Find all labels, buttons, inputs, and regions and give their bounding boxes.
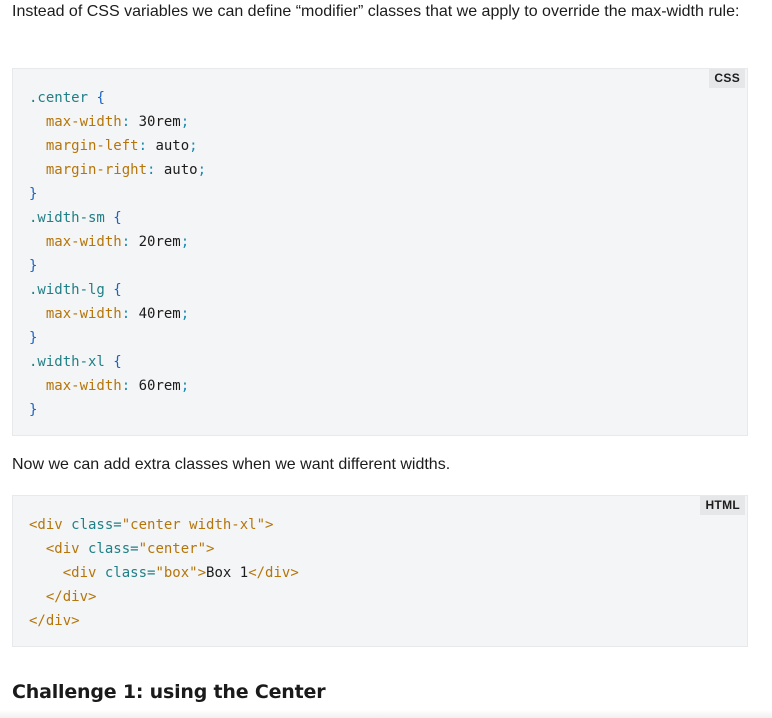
code-token: : xyxy=(121,114,131,130)
code-token: .center xyxy=(29,90,89,106)
code-line: } xyxy=(29,254,206,278)
code-token: = xyxy=(113,517,122,533)
html-code: <div class="center width-xl"> <div class… xyxy=(29,513,299,633)
code-token: ; xyxy=(189,138,198,154)
code-line: .width-lg { xyxy=(29,278,206,302)
code-token: ; xyxy=(197,162,207,178)
code-token: = xyxy=(130,541,139,557)
html-code-block: HTML <div class="center width-xl"> <div … xyxy=(12,495,748,647)
code-token: : xyxy=(138,138,148,154)
code-language-badge: CSS xyxy=(709,69,745,88)
code-token: { xyxy=(113,354,122,370)
code-line: } xyxy=(29,326,206,350)
css-code: .center { max-width: 30rem; margin-left:… xyxy=(29,86,206,422)
code-token: <div xyxy=(29,565,97,581)
code-token: .width-lg xyxy=(29,282,105,298)
code-token: class xyxy=(96,565,148,581)
code-token: 60rem xyxy=(130,378,181,394)
code-token: margin-left xyxy=(29,138,139,154)
code-token: } xyxy=(29,402,38,418)
code-token: } xyxy=(29,186,38,202)
code-line: max-width: 30rem; xyxy=(29,110,206,134)
code-token: "center width-xl" xyxy=(121,517,266,533)
code-token: </div> xyxy=(29,589,97,605)
code-token: > xyxy=(206,541,215,557)
code-token: "center" xyxy=(138,541,207,557)
code-token: : xyxy=(121,306,131,322)
code-token: max-width xyxy=(29,378,122,394)
code-line: } xyxy=(29,182,206,206)
code-token: ; xyxy=(180,114,190,130)
code-line: margin-right: auto; xyxy=(29,158,206,182)
code-token: { xyxy=(113,282,122,298)
code-token: </div> xyxy=(29,613,80,629)
code-line: .width-xl { xyxy=(29,350,206,374)
code-token: margin-right xyxy=(29,162,148,178)
code-line: <div class="center"> xyxy=(29,537,299,561)
middle-paragraph: Now we can add extra classes when we wan… xyxy=(12,456,451,473)
code-token: .width-sm xyxy=(29,210,105,226)
code-token: } xyxy=(29,258,38,274)
code-token: class xyxy=(62,517,114,533)
code-token: class xyxy=(79,541,131,557)
code-token: 30rem xyxy=(130,114,181,130)
code-token: ; xyxy=(180,378,190,394)
code-token: <div xyxy=(29,517,63,533)
intro-paragraph: Instead of CSS variables we can define “… xyxy=(12,3,740,20)
code-token: : xyxy=(121,234,131,250)
scroll-shadow xyxy=(0,710,772,718)
code-line: max-width: 40rem; xyxy=(29,302,206,326)
code-token: auto xyxy=(155,162,198,178)
code-token: max-width xyxy=(29,234,122,250)
code-line: } xyxy=(29,398,206,422)
code-token: Box 1 xyxy=(206,565,249,581)
code-token: <div xyxy=(29,541,80,557)
code-token: "box" xyxy=(155,565,198,581)
code-token: : xyxy=(121,378,131,394)
code-line: </div> xyxy=(29,585,299,609)
code-token: { xyxy=(96,90,105,106)
code-line: .center { xyxy=(29,86,206,110)
code-line: <div class="box">Box 1</div> xyxy=(29,561,299,585)
code-line: .width-sm { xyxy=(29,206,206,230)
code-token: { xyxy=(113,210,122,226)
code-token: </div> xyxy=(248,565,299,581)
code-token: .width-xl xyxy=(29,354,105,370)
code-line: </div> xyxy=(29,609,299,633)
code-token: 40rem xyxy=(130,306,181,322)
code-token: > xyxy=(197,565,207,581)
code-line: <div class="center width-xl"> xyxy=(29,513,299,537)
code-token: ; xyxy=(180,234,190,250)
code-token: auto xyxy=(147,138,190,154)
code-line: max-width: 60rem; xyxy=(29,374,206,398)
section-heading: Challenge 1: using the Center xyxy=(12,681,326,703)
code-line: margin-left: auto; xyxy=(29,134,206,158)
code-language-badge: HTML xyxy=(700,496,745,515)
css-code-block: CSS .center { max-width: 30rem; margin-l… xyxy=(12,68,748,436)
code-line: max-width: 20rem; xyxy=(29,230,206,254)
code-token: 20rem xyxy=(130,234,181,250)
code-token: > xyxy=(265,517,274,533)
code-token: max-width xyxy=(29,306,122,322)
code-token: max-width xyxy=(29,114,122,130)
code-token: ; xyxy=(180,306,190,322)
code-token: } xyxy=(29,330,38,346)
